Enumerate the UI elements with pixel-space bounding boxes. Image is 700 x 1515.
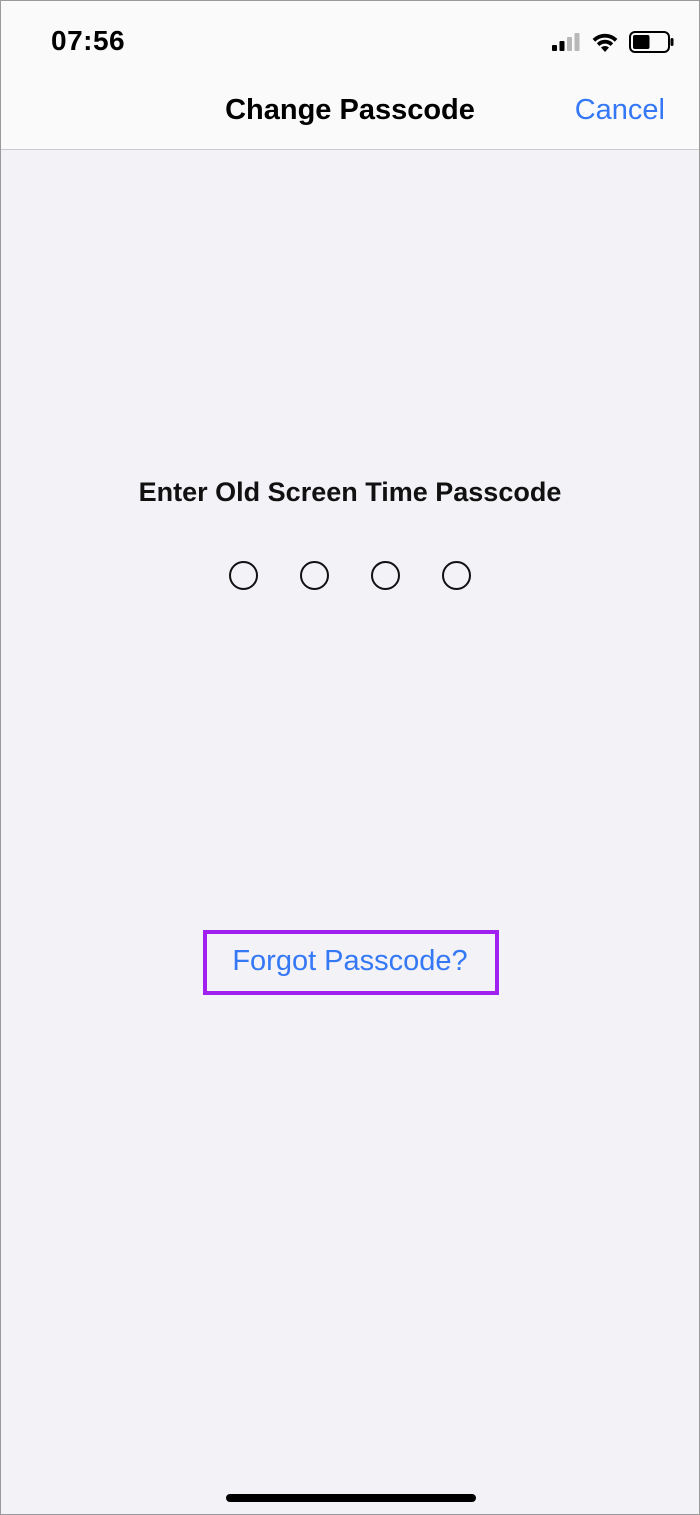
battery-icon xyxy=(629,31,674,53)
cancel-button[interactable]: Cancel xyxy=(575,94,665,127)
status-icons xyxy=(551,31,675,53)
forgot-passcode-link[interactable]: Forgot Passcode? xyxy=(1,945,699,978)
home-indicator[interactable] xyxy=(226,1494,476,1502)
passcode-dot xyxy=(300,561,329,590)
passcode-dot xyxy=(371,561,400,590)
wifi-icon xyxy=(592,33,618,52)
status-time: 07:56 xyxy=(51,25,126,56)
passcode-dot xyxy=(229,561,258,590)
passcode-dot xyxy=(442,561,471,590)
cellular-signal-icon xyxy=(552,33,580,51)
passcode-prompt: Enter Old Screen Time Passcode xyxy=(138,477,562,507)
top-bar: 07:56 Change Passcode Cancel xyxy=(1,1,699,150)
passcode-dots[interactable] xyxy=(1,561,699,590)
phone-screen: 07:56 Change Passcode Cancel Enter Old S… xyxy=(0,0,700,1515)
